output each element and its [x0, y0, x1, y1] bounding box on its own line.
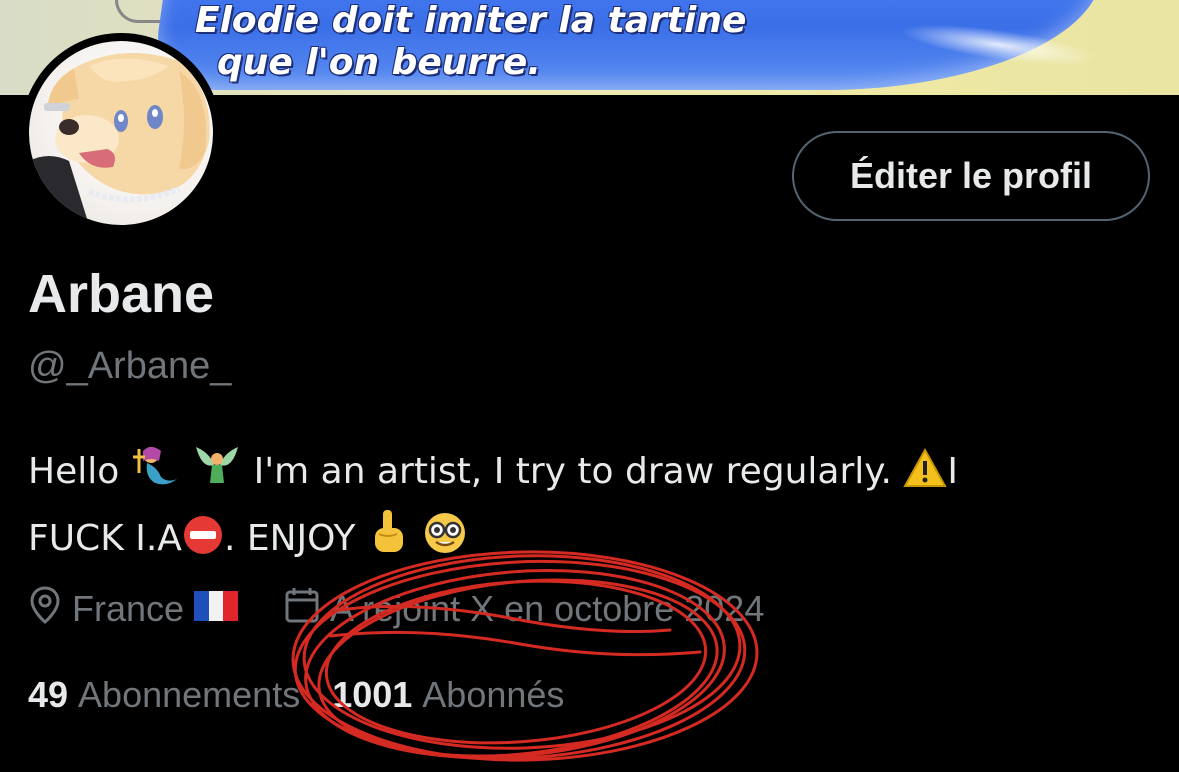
bio-text-fuck-ia: FUCK I.A [28, 518, 182, 559]
france-flag-icon [194, 588, 239, 630]
following-label: Abonnements [78, 674, 301, 715]
display-name: Arbane [28, 264, 215, 324]
dog-character-illustration [29, 53, 210, 225]
edit-profile-button[interactable]: Éditer le profil [792, 131, 1150, 221]
following-link[interactable]: 49 Abonnements [28, 674, 300, 716]
avatar[interactable] [21, 33, 221, 233]
location-pin-icon [28, 585, 62, 634]
banner-caption-line1: Elodie doit imiter la tartine [195, 0, 747, 41]
join-date: A rejoint X en octobre 2024 [284, 586, 764, 633]
followers-label: Abonnés [422, 674, 565, 715]
location-text: France [72, 588, 185, 629]
join-date-text: A rejoint X en octobre 2024 [330, 588, 765, 629]
following-count: 49 [28, 674, 69, 715]
banner-character-outline [115, 0, 166, 23]
profile-meta: France A rejoint X en octobre 2024 [28, 584, 764, 634]
handle: @_Arbane_ [28, 345, 232, 387]
banner-caption-line2: que l'on beurre. [217, 42, 542, 83]
no-entry-emoji-icon [182, 514, 224, 575]
follow-stats: 49 Abonnements 1001 Abonnés [28, 670, 564, 720]
nerd-face-emoji-icon [422, 510, 468, 575]
followers-count: 1001 [332, 674, 413, 715]
mermaid-emoji-icon [131, 443, 181, 508]
bio-text-enjoy: . ENJOY [223, 518, 356, 559]
bio-text-hello: Hello [28, 451, 120, 492]
calendar-icon [284, 586, 320, 633]
fairy-emoji-icon [192, 443, 242, 508]
followers-link[interactable]: 1001 Abonnés [332, 674, 564, 716]
bio: Hello I'm an artist, I try to draw regul… [28, 442, 1128, 575]
banner-caption: Elodie doit imiter la tartine que l'on b… [195, 0, 895, 84]
bio-text-i: I [947, 451, 958, 492]
location: France [28, 585, 239, 634]
avatar-image [29, 41, 213, 225]
bio-text-artist: I'm an artist, I try to draw regularly. [253, 451, 892, 492]
point-up-emoji-icon [367, 508, 411, 575]
warning-emoji-icon [903, 447, 948, 508]
